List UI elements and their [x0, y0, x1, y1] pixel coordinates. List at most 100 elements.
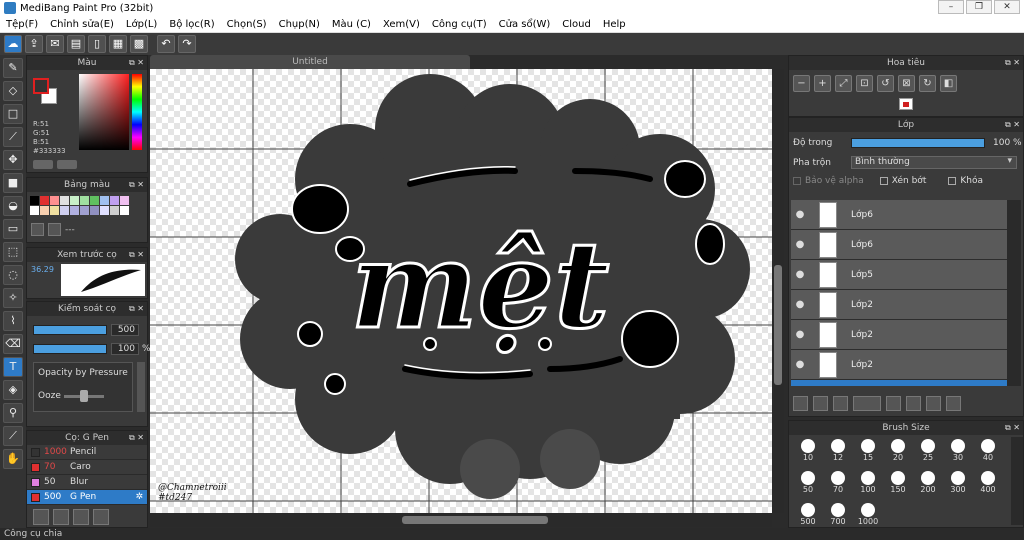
brush-size-option[interactable]: 15 — [853, 437, 883, 467]
brush-size-option[interactable]: 50 — [793, 469, 823, 499]
redo-icon[interactable]: ↷ — [178, 35, 196, 53]
color-swatch[interactable] — [50, 196, 59, 205]
menu-view[interactable]: Xem(V) — [377, 19, 426, 30]
layer-item[interactable]: ● Lớp2 — [791, 320, 1007, 350]
delete-brush-button[interactable] — [93, 509, 109, 525]
brush-opacity-value[interactable]: 100 — [111, 343, 139, 355]
minimize-button[interactable]: – — [938, 0, 964, 14]
new-brush-button[interactable] — [53, 509, 69, 525]
menu-cloud[interactable]: Cloud — [556, 19, 597, 30]
layer-item-selected[interactable] — [791, 380, 1007, 386]
color-swatch[interactable] — [50, 206, 59, 215]
rotate-left-icon[interactable]: ↺ — [877, 75, 894, 92]
hue-slider[interactable] — [132, 74, 142, 150]
brush-size-option[interactable]: 150 — [883, 469, 913, 499]
rotate-right-icon[interactable]: ↻ — [919, 75, 936, 92]
eye-icon[interactable]: ● — [791, 299, 809, 310]
clipping-checkbox[interactable] — [879, 177, 888, 185]
new-layer-button[interactable] — [793, 396, 808, 411]
grid-icon[interactable]: ▩ — [130, 35, 148, 53]
color-swatch[interactable] — [60, 196, 69, 205]
reset-view-icon[interactable]: ⊠ — [898, 75, 915, 92]
merge-layer-button[interactable] — [926, 396, 941, 411]
layer-item[interactable]: ● Lớp2 — [791, 350, 1007, 380]
color-swatch[interactable] — [40, 206, 49, 215]
saturation-value-picker[interactable] — [79, 74, 129, 150]
delete-layer-button[interactable] — [946, 396, 961, 411]
fit-window-icon[interactable]: ⤢ — [835, 75, 852, 92]
duplicate-layer-button[interactable] — [906, 396, 921, 411]
add-swatch-button[interactable] — [31, 223, 44, 236]
foreground-color[interactable] — [33, 78, 49, 94]
layer-item[interactable]: ● Lớp6 — [791, 230, 1007, 260]
delete-swatch-button[interactable] — [48, 223, 61, 236]
color-swatch[interactable] — [120, 206, 129, 215]
color-swatch[interactable] — [30, 196, 39, 205]
menu-edit[interactable]: Chỉnh sửa(E) — [44, 19, 120, 30]
color-swatch[interactable] — [90, 206, 99, 215]
menu-help[interactable]: Help — [597, 19, 632, 30]
color-swatch[interactable] — [100, 206, 109, 215]
panel-controls-icon[interactable]: ⧉ ✕ — [129, 56, 144, 70]
pen-tool-icon[interactable]: ⟋ — [3, 127, 23, 147]
eraser-tool-icon[interactable]: ◇ — [3, 81, 23, 101]
menu-snap[interactable]: Chụp(N) — [273, 19, 326, 30]
close-button[interactable]: ✕ — [994, 0, 1020, 14]
panel-controls-icon[interactable]: ⧉ ✕ — [129, 431, 144, 445]
color-swatch[interactable] — [100, 196, 109, 205]
dot-tool-icon[interactable]: □ — [3, 104, 23, 124]
menu-window[interactable]: Cửa sổ(W) — [493, 19, 557, 30]
color-swatch[interactable] — [30, 206, 39, 215]
brush-size-option[interactable]: 400 — [973, 469, 1003, 499]
vertical-scroll-thumb[interactable] — [774, 265, 782, 385]
horizontal-scroll-thumb[interactable] — [402, 516, 548, 524]
color-swatch[interactable] — [40, 196, 49, 205]
layer-scrollbar[interactable] — [1007, 200, 1021, 386]
brush-opacity-slider[interactable] — [33, 344, 107, 354]
brush-size-option[interactable]: 25 — [913, 437, 943, 467]
protect-alpha-checkbox[interactable] — [793, 177, 801, 185]
panel-controls-icon[interactable]: ⧉ ✕ — [129, 178, 144, 192]
canvas-vertical-scrollbar[interactable] — [772, 69, 784, 513]
layer-item[interactable]: ● Lớp6 — [791, 200, 1007, 230]
brush-menu-button[interactable] — [73, 509, 89, 525]
zoom-out-icon[interactable]: − — [793, 75, 810, 92]
brush-size-option[interactable]: 200 — [913, 469, 943, 499]
page-icon[interactable]: ▯ — [88, 35, 106, 53]
eye-icon[interactable]: ● — [791, 329, 809, 340]
move-tool-icon[interactable]: ✥ — [3, 150, 23, 170]
text-tool-icon[interactable]: T — [3, 357, 23, 377]
fill-rect-icon[interactable]: ■ — [3, 173, 23, 193]
eyedropper2-icon[interactable]: ⟋ — [3, 426, 23, 446]
speech-icon[interactable]: ▤ — [67, 35, 85, 53]
color-swatch[interactable] — [60, 206, 69, 215]
brush-size-option[interactable]: 70 — [823, 469, 853, 499]
layer-opacity-slider[interactable] — [851, 138, 985, 148]
flip-icon[interactable]: ◧ — [940, 75, 957, 92]
menu-layer[interactable]: Lớp(L) — [120, 19, 163, 30]
color-swatch[interactable] — [110, 206, 119, 215]
select-eraser-icon[interactable]: ⌫ — [3, 334, 23, 354]
drawing-canvas[interactable]: mệt @Chamnetroiii #td247 — [150, 69, 772, 513]
brush-size-option[interactable]: 700 — [823, 501, 853, 531]
eye-icon[interactable]: ● — [791, 359, 809, 370]
eye-icon[interactable]: ● — [791, 239, 809, 250]
new-8bit-layer-button[interactable] — [833, 396, 848, 411]
brush-size-option[interactable]: 12 — [823, 437, 853, 467]
brush-size-option[interactable]: 300 — [943, 469, 973, 499]
brush-item-caro[interactable]: 70 Caro — [27, 460, 147, 475]
brush-size-option[interactable]: 40 — [973, 437, 1003, 467]
lasso-tool-icon[interactable]: ◌ — [3, 265, 23, 285]
cloud-icon[interactable]: ☁ — [4, 35, 22, 53]
brush-size-option[interactable]: 10 — [793, 437, 823, 467]
fg-bg-swatch[interactable] — [33, 78, 61, 106]
zoom-in-icon[interactable]: + — [814, 75, 831, 92]
hand-tool-icon[interactable]: ✋ — [3, 449, 23, 469]
new-halftone-layer-button[interactable] — [813, 396, 828, 411]
control-scrollbar[interactable] — [137, 362, 145, 412]
panel-controls-icon[interactable]: ⧉ ✕ — [1005, 118, 1020, 132]
color-swatch[interactable] — [120, 196, 129, 205]
color-swatch[interactable] — [70, 206, 79, 215]
eye-icon[interactable]: ● — [791, 269, 809, 280]
ooze-slider-handle[interactable] — [80, 390, 88, 402]
